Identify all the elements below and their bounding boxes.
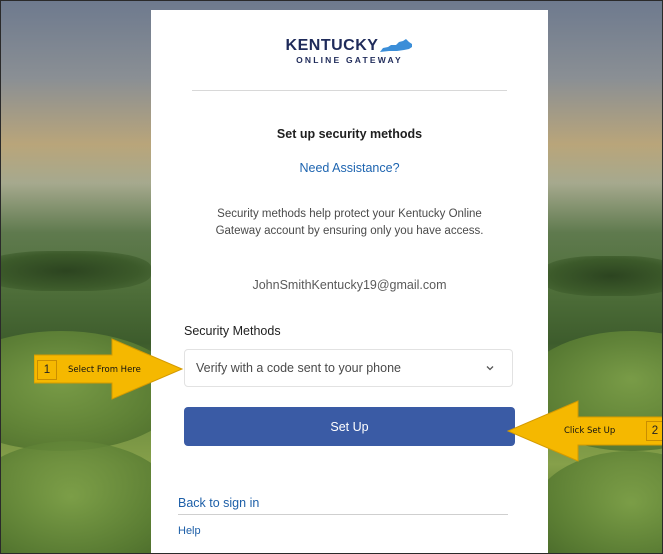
security-methods-label: Security Methods: [184, 324, 281, 338]
step-1-badge: 1: [37, 360, 57, 380]
logo-text-gateway: ONLINE GATEWAY: [296, 55, 403, 65]
background-trees: [1, 251, 151, 291]
background-photo: KENTUCKY ONLINE GATEWAY Set up security …: [0, 0, 663, 554]
set-up-button[interactable]: Set Up: [184, 407, 515, 446]
selected-method-value: Verify with a code sent to your phone: [196, 361, 401, 375]
back-to-sign-in-link[interactable]: Back to sign in: [178, 496, 259, 510]
user-email: JohnSmithKentucky19@gmail.com: [252, 278, 447, 292]
logo-text-kentucky: KENTUCKY: [285, 37, 379, 54]
step-1-callout: Select From Here: [68, 365, 141, 375]
divider: [178, 514, 508, 515]
kentucky-state-shape-icon: [380, 39, 413, 52]
description-text: Security methods help protect your Kentu…: [215, 208, 484, 237]
background-hill: [531, 451, 662, 553]
kentucky-logo: KENTUCKY ONLINE GATEWAY: [151, 37, 548, 65]
page-title: Set up security methods: [276, 127, 423, 141]
background-trees: [541, 256, 662, 296]
divider: [192, 90, 507, 91]
need-assistance-link[interactable]: Need Assistance?: [151, 161, 548, 175]
security-method-select[interactable]: Verify with a code sent to your phone: [184, 349, 513, 387]
help-link[interactable]: Help: [178, 525, 201, 537]
chevron-down-icon: [486, 366, 494, 371]
login-card: KENTUCKY ONLINE GATEWAY Set up security …: [151, 10, 548, 553]
step-2-callout: Click Set Up: [564, 426, 616, 436]
step-2-badge: 2: [646, 421, 662, 441]
